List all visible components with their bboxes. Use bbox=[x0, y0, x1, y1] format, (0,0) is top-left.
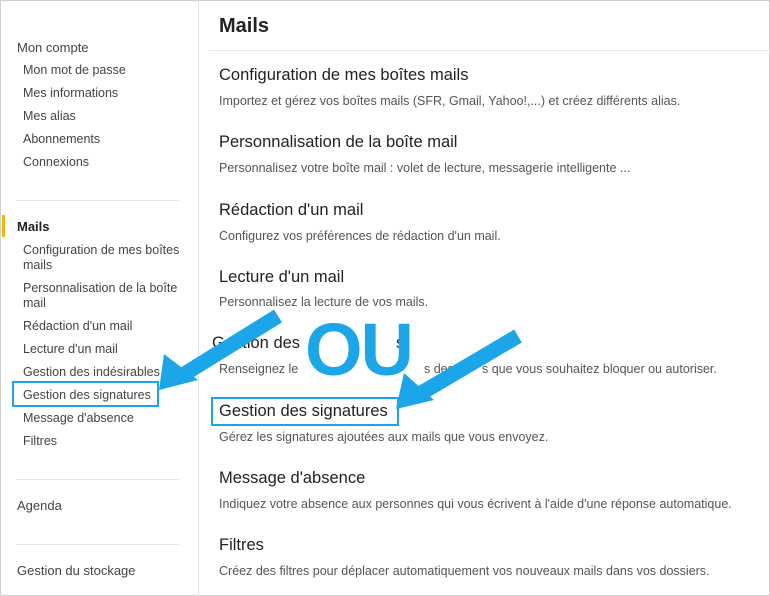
left-arrow-shaft bbox=[174, 309, 282, 385]
ou-overlay-text: OU bbox=[305, 308, 414, 391]
annotation-arrows bbox=[159, 309, 522, 409]
right-arrow-shaft bbox=[414, 329, 522, 402]
